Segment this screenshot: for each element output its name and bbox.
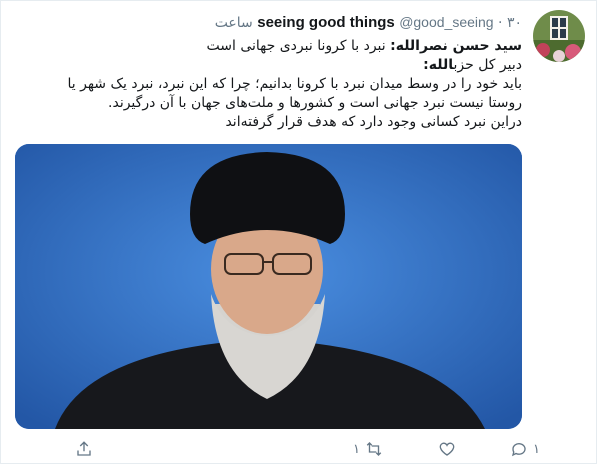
tweet-text: سید حسن نصرالله: نبرد با کرونا نبردی جها… [12,37,523,132]
tweet-line-3: باید خود را در وسط میدان نبرد با کرونا ب… [67,76,523,92]
tweet-line-2-bold: الله: [423,57,454,73]
separator-dot: · [498,15,503,31]
reply-button[interactable]: ۱ [510,437,540,461]
share-button[interactable] [75,437,93,461]
tweet-line-4: روستا نیست نبرد جهانی است و کشورها و ملت… [108,95,522,111]
tweet-line-1: سید حسن نصرالله: نبرد با کرونا نبردی جها… [12,37,522,56]
user-handle[interactable]: @good_seeing [399,14,493,30]
tweet-line-2-rest: دبیر کل حزب [453,57,522,73]
tweet-line-5: دراین نبرد کسانی وجود دارد که هدف قرار گ… [225,114,522,130]
reply-count: ۱ [533,441,540,457]
heart-icon [439,442,455,456]
like-button[interactable] [438,437,461,461]
tweet-line-2: دبیر کل حزبالله: [12,56,522,75]
share-icon [77,441,91,456]
tweet-card[interactable]: seeing good things @good_seeing · ۳۰ ساع… [0,0,597,464]
retweet-icon [366,442,382,456]
display-name[interactable]: seeing good things [257,14,395,31]
tweet-actions: ۱ ۱ [1,437,597,461]
tweet-line-1-rest: نبرد با کرونا نبردی جهانی است [206,38,391,54]
tweet-header: seeing good things @good_seeing · ۳۰ ساع… [215,14,522,31]
tweet-photo[interactable] [15,144,522,429]
retweet-count: ۱ [353,441,360,457]
retweet-button[interactable]: ۱ [353,437,383,461]
avatar[interactable] [533,10,585,62]
tweet-line-1-bold: سید حسن نصرالله: [390,38,522,54]
reply-icon [511,443,526,457]
